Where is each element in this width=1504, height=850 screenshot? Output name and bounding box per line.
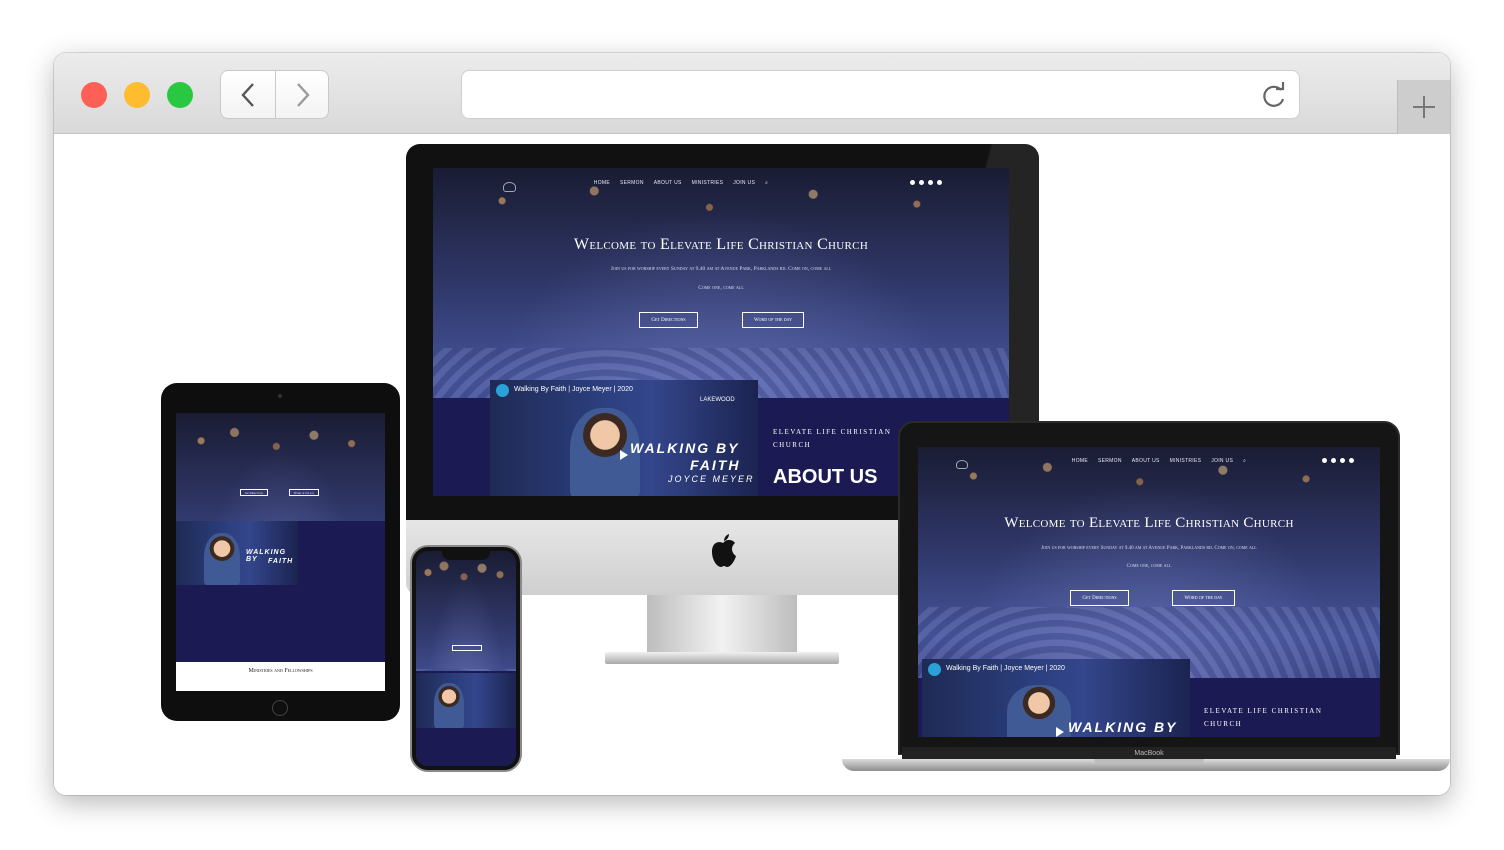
macbook-hero-subtitle-2: Come one, come all xyxy=(1126,564,1172,569)
apple-logo-icon xyxy=(712,534,736,567)
church-logo xyxy=(956,460,968,469)
mb-nav-sermon[interactable]: SERMON xyxy=(1098,458,1122,464)
about-heading: ABOUT US xyxy=(773,466,878,488)
ipad-website-screen: Get Directions Word of the day WALKING B… xyxy=(176,413,385,691)
video-headline-2: FAITH xyxy=(690,457,741,473)
browser-window: HOME SERMON ABOUT US MINISTRIES JOIN US … xyxy=(54,53,1450,795)
play-icon[interactable] xyxy=(620,450,628,460)
ipad-camera xyxy=(278,394,282,398)
nav-about[interactable]: ABOUT US xyxy=(654,180,682,186)
nav-ministries[interactable]: MINISTRIES xyxy=(692,180,724,186)
video-headline-1: WALKING BY xyxy=(630,440,740,456)
nav-home[interactable]: HOME xyxy=(594,180,610,186)
instagram-icon[interactable] xyxy=(928,180,933,185)
twitter-icon[interactable] xyxy=(910,180,915,185)
macbook-hero-subtitle: Join us for worship every Sunday at 9.40… xyxy=(1041,546,1257,551)
lakewood-logo: LAKEWOOD xyxy=(700,397,735,403)
back-button[interactable] xyxy=(221,71,275,118)
instagram-icon[interactable] xyxy=(1340,458,1345,463)
iphone-notch xyxy=(442,550,490,560)
browser-toolbar xyxy=(54,53,1450,134)
mb-get-directions-button[interactable]: Get Directions xyxy=(1070,590,1129,606)
about-eyebrow: ELEVATE LIFE CHRISTIAN CHURCH xyxy=(773,428,892,449)
ipad-home-button[interactable] xyxy=(272,700,288,716)
ipad-sermon-video[interactable]: WALKING BY FAITH xyxy=(176,521,298,585)
play-icon[interactable] xyxy=(1056,727,1064,737)
macbook-about-eyebrow: ELEVATE LIFE CHRISTIAN CHURCH xyxy=(1204,707,1323,728)
mb-word-of-day-button[interactable]: Word of the day xyxy=(1172,590,1235,606)
facebook-icon[interactable] xyxy=(919,180,924,185)
social-links xyxy=(1322,458,1354,463)
new-tab-button[interactable] xyxy=(1397,80,1450,134)
macbook-sermon-video[interactable]: Walking By Faith | Joyce Meyer | 2020 WA… xyxy=(922,659,1190,737)
nav-sermon[interactable]: SERMON xyxy=(620,180,644,186)
channel-logo xyxy=(496,384,509,397)
forward-button[interactable] xyxy=(276,71,330,118)
mb-nav-home[interactable]: HOME xyxy=(1072,458,1088,464)
macbook-site-nav: HOME SERMON ABOUT US MINISTRIES JOIN US … xyxy=(1048,457,1270,465)
iphone-device xyxy=(410,545,522,772)
close-window-button[interactable] xyxy=(81,82,107,108)
mb-video-headline-1: WALKING BY xyxy=(1068,719,1178,735)
hero-title: Welcome to Elevate Life Christian Church xyxy=(573,236,869,253)
word-of-day-button[interactable]: Word of the day xyxy=(742,312,804,328)
imac-base xyxy=(605,652,839,664)
imac-stand xyxy=(647,595,797,657)
hero-subtitle-2: Come one, come all xyxy=(698,285,744,291)
site-nav: HOME SERMON ABOUT US MINISTRIES JOIN US … xyxy=(573,179,789,187)
youtube-icon[interactable] xyxy=(1349,458,1354,463)
zoom-window-button[interactable] xyxy=(167,82,193,108)
macbook-lid: HOME SERMON ABOUT US MINISTRIES JOIN US … xyxy=(898,421,1400,755)
history-nav-group xyxy=(220,70,329,119)
iphone-sermon-video[interactable] xyxy=(416,673,516,728)
chevron-left-icon xyxy=(241,82,254,107)
chevron-right-icon xyxy=(297,82,310,107)
mb-video-title: Walking By Faith | Joyce Meyer | 2020 xyxy=(946,665,1065,672)
ipad-section-title: Ministries and Fellowships xyxy=(248,668,313,674)
mb-nav-join[interactable]: JOIN US xyxy=(1211,458,1233,464)
church-logo xyxy=(503,182,516,192)
sermon-video[interactable]: Walking By Faith | Joyce Meyer | 2020 LA… xyxy=(490,380,758,496)
address-bar[interactable] xyxy=(461,70,1300,119)
minimize-window-button[interactable] xyxy=(124,82,150,108)
hero-subtitle: Join us for worship every Sunday at 9.40… xyxy=(610,266,832,272)
video-headline-3: JOYCE MEYER xyxy=(668,474,755,484)
channel-logo xyxy=(928,663,941,676)
twitter-icon[interactable] xyxy=(1322,458,1327,463)
youtube-icon[interactable] xyxy=(937,180,942,185)
macbook-hero-title: Welcome to Elevate Life Christian Church xyxy=(1004,515,1294,531)
ipad-get-directions-button[interactable]: Get Directions xyxy=(240,489,268,496)
ipad-word-of-day-button[interactable]: Word of the day xyxy=(289,489,319,496)
video-title: Walking By Faith | Joyce Meyer | 2020 xyxy=(514,386,633,393)
facebook-icon[interactable] xyxy=(1331,458,1336,463)
mb-nav-ministries[interactable]: MINISTRIES xyxy=(1170,458,1202,464)
nav-join[interactable]: JOIN US xyxy=(733,180,755,186)
ipad-device: Get Directions Word of the day WALKING B… xyxy=(161,383,400,721)
social-links xyxy=(910,180,942,185)
search-icon[interactable]: ⌕ xyxy=(765,180,768,186)
speaker-image xyxy=(434,683,464,728)
ipad-video-headline-2: FAITH xyxy=(268,558,294,565)
get-directions-button[interactable]: Get Directions xyxy=(639,312,698,328)
reload-icon[interactable] xyxy=(1259,81,1289,111)
plus-icon xyxy=(1413,96,1435,118)
page-content: HOME SERMON ABOUT US MINISTRIES JOIN US … xyxy=(54,134,1450,795)
mb-nav-about[interactable]: ABOUT US xyxy=(1132,458,1160,464)
macbook-hinge-notch xyxy=(1094,759,1204,764)
iphone-get-directions-button[interactable] xyxy=(452,645,482,651)
ipad-footer-section: Ministries and Fellowships xyxy=(176,662,385,691)
search-icon[interactable]: ⌕ xyxy=(1243,458,1246,464)
iphone-website-screen xyxy=(416,551,516,766)
speaker-image xyxy=(204,533,240,585)
macbook-website-screen: HOME SERMON ABOUT US MINISTRIES JOIN US … xyxy=(918,447,1380,737)
